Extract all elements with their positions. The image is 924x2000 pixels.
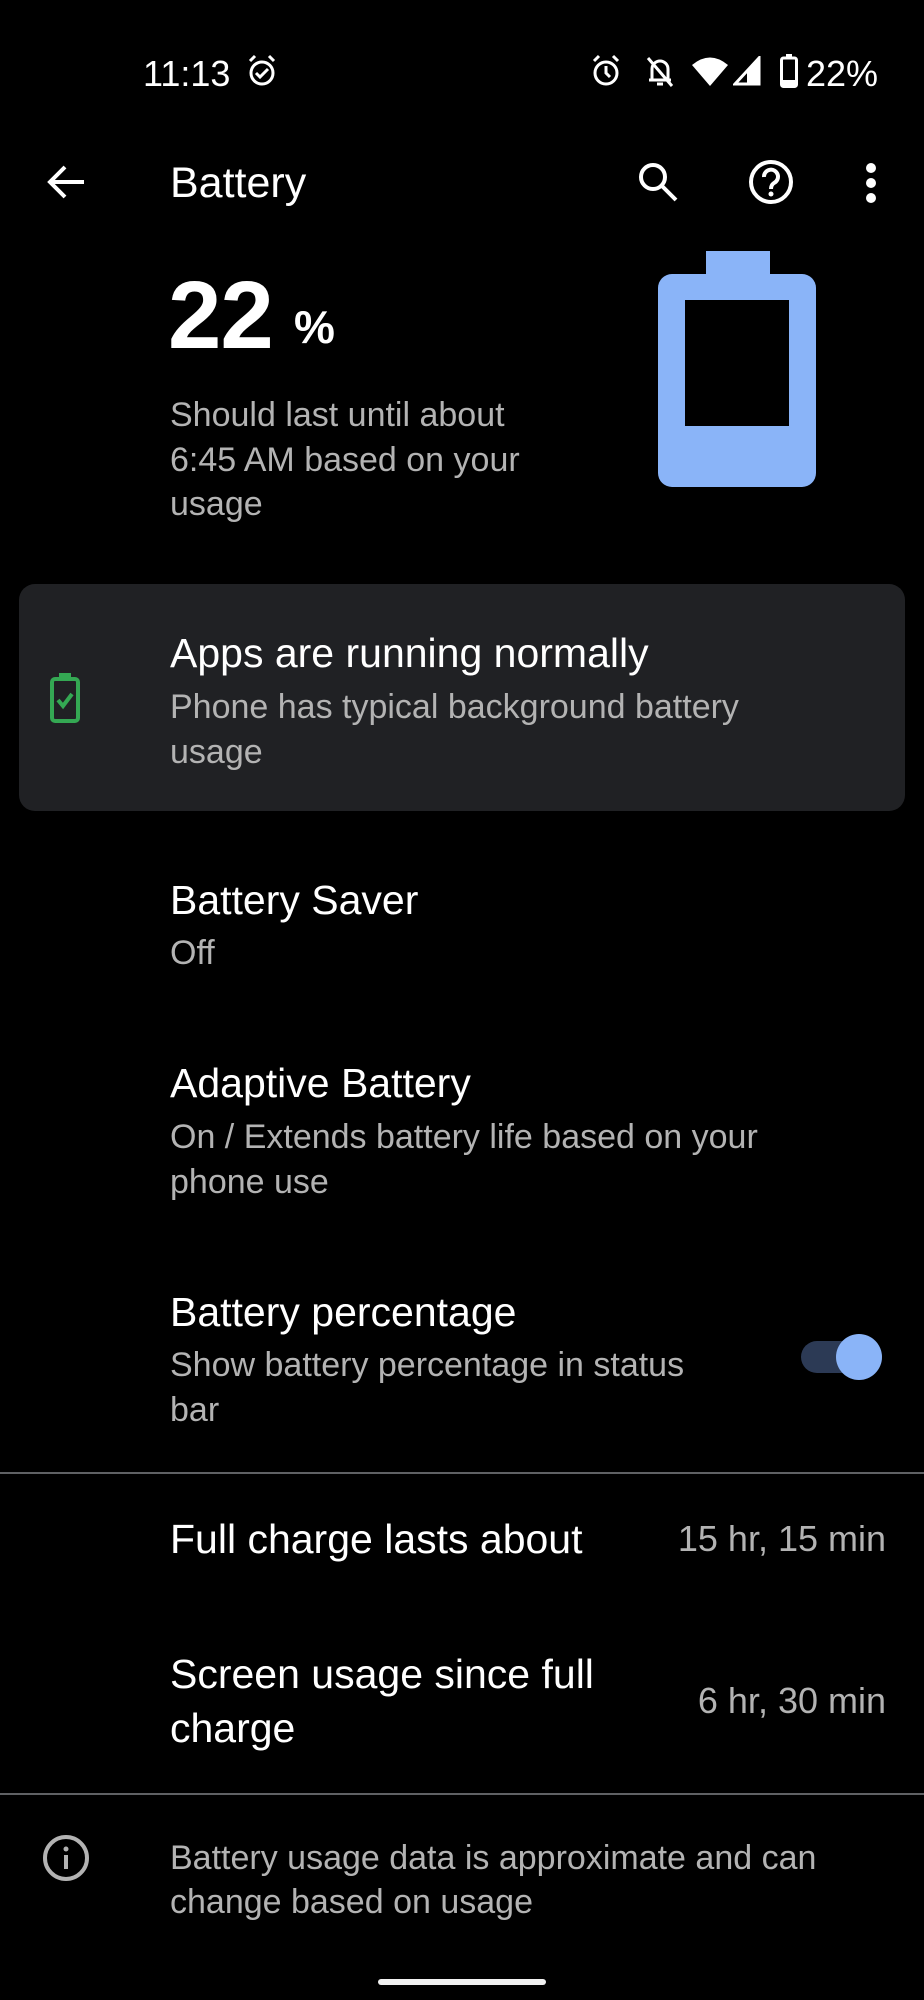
cellular-signal-icon	[733, 56, 761, 86]
more-vert-icon[interactable]	[864, 162, 878, 204]
status-battery-percent: 22%	[806, 53, 879, 94]
status-time: 11:13	[143, 53, 231, 94]
battery-estimate-line-1: Should last until about	[170, 396, 505, 434]
help-icon[interactable]	[748, 159, 794, 205]
tip-card-summary-line-2: usage	[170, 733, 263, 771]
info-icon	[42, 1834, 90, 1882]
tip-card-summary-line-1: Phone has typical background battery	[170, 688, 739, 726]
battery-icon	[780, 54, 798, 88]
adaptive-battery-title: Adaptive Battery	[170, 1060, 471, 1106]
tip-card-title: Apps are running normally	[170, 630, 649, 676]
divider	[0, 1472, 924, 1474]
footer-text-line-1: Battery usage data is approximate and ca…	[170, 1839, 817, 1877]
page-title: Battery	[170, 159, 307, 207]
notifications-off-icon	[644, 54, 676, 88]
battery-percentage-summary-line-1: Show battery percentage in status	[170, 1346, 685, 1384]
full-charge-value: 15 hr, 15 min	[677, 1518, 886, 1559]
alarm-icon	[590, 54, 622, 88]
divider	[0, 1793, 924, 1795]
screen-usage-label-line-2: charge	[170, 1705, 296, 1751]
battery-saver-title: Battery Saver	[170, 877, 419, 923]
screen-usage-value: 6 hr, 30 min	[697, 1680, 886, 1721]
full-charge-label: Full charge lasts about	[170, 1516, 583, 1562]
battery-percentage-title: Battery percentage	[170, 1289, 517, 1335]
alarm-check-icon	[246, 54, 278, 88]
battery-level-icon	[658, 251, 816, 487]
adaptive-battery-summary-line-1: On / Extends battery life based on your	[170, 1118, 758, 1156]
battery-level-unit: %	[294, 301, 335, 353]
footer-text-line-2: change based on usage	[170, 1883, 533, 1921]
battery-level-value: 22	[168, 262, 274, 369]
setting-battery-saver[interactable]	[0, 860, 924, 990]
battery-check-icon	[49, 672, 81, 724]
search-icon[interactable]	[636, 160, 680, 204]
adaptive-battery-summary-line-2: phone use	[170, 1163, 329, 1201]
screen-usage-label-line-1: Screen usage since full	[170, 1651, 594, 1697]
battery-percentage-summary-line-2: bar	[170, 1391, 220, 1429]
battery-estimate-line-3: usage	[170, 485, 263, 523]
battery-estimate-line-2: 6:45 AM based on your	[170, 441, 520, 479]
arrow-back-icon[interactable]	[46, 163, 86, 201]
battery-percentage-toggle-thumb[interactable]	[836, 1334, 882, 1380]
battery-saver-summary: Off	[170, 934, 215, 972]
wifi-icon	[692, 56, 728, 86]
gesture-nav-handle[interactable]	[378, 1979, 546, 1985]
